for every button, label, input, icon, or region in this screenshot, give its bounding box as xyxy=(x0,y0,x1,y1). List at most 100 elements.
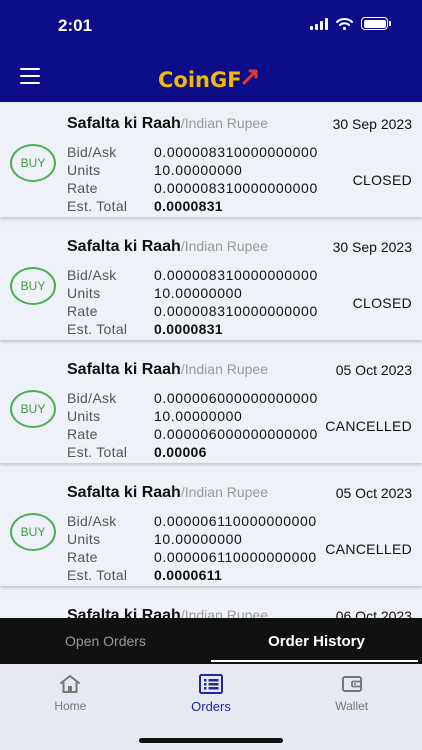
order-card[interactable]: BUY Safalta ki Raah/Indian Rupee 05 Oct … xyxy=(0,471,422,586)
units-value: 10.00000000 xyxy=(154,162,243,178)
rate-row: Rate 0.000008310000000000 xyxy=(67,303,318,319)
est-total-label: Est. Total xyxy=(67,567,128,583)
buy-badge: BUY xyxy=(10,390,56,428)
bid-ask-row: Bid/Ask 0.000006000000000000 xyxy=(67,390,318,406)
app-logo: CoinGF xyxy=(158,68,258,92)
app-header: CoinGF xyxy=(0,52,422,102)
bid-ask-label: Bid/Ask xyxy=(67,390,117,406)
asset-currency: /Indian Rupee xyxy=(180,361,269,377)
order-date: 05 Oct 2023 xyxy=(335,362,412,378)
order-title: Safalta ki Raah/Indian Rupee xyxy=(67,361,268,379)
rate-value: 0.000006110000000000 xyxy=(154,549,317,565)
bid-ask-value: 0.000006000000000000 xyxy=(154,390,318,406)
est-total-row: Est. Total 0.0000831 xyxy=(67,198,223,214)
units-row: Units 10.00000000 xyxy=(67,162,242,178)
status-time: 2:01 xyxy=(58,16,93,35)
wifi-icon xyxy=(336,17,353,30)
hamburger-icon[interactable] xyxy=(20,68,40,84)
asset-currency: /Indian Rupee xyxy=(180,115,269,131)
rate-row: Rate 0.000006110000000000 xyxy=(67,549,317,565)
order-title: Safalta ki Raah/Indian Rupee xyxy=(67,238,268,256)
nav-wallet[interactable]: Wallet xyxy=(281,664,422,750)
buy-badge: BUY xyxy=(10,144,56,182)
nav-wallet-label: Wallet xyxy=(335,699,369,713)
logo-text: CoinGF xyxy=(158,68,242,92)
order-date: 05 Oct 2023 xyxy=(335,485,412,501)
units-label: Units xyxy=(67,531,101,547)
units-row: Units 10.00000000 xyxy=(67,531,242,547)
order-tabs: Open Orders Order History xyxy=(0,618,422,664)
tab-open-orders[interactable]: Open Orders xyxy=(0,618,211,664)
order-title: Safalta ki Raah/Indian Rupee xyxy=(67,607,268,618)
est-total-label: Est. Total xyxy=(67,444,128,460)
rate-row: Rate 0.000008310000000000 xyxy=(67,180,318,196)
asset-currency: /Indian Rupee xyxy=(180,238,269,254)
nav-home-label: Home xyxy=(54,699,87,713)
order-date: 30 Sep 2023 xyxy=(332,239,412,255)
order-title: Safalta ki Raah/Indian Rupee xyxy=(67,484,268,502)
est-total-value: 0.0000831 xyxy=(154,321,223,337)
rate-label: Rate xyxy=(67,180,98,196)
wallet-icon xyxy=(341,676,362,692)
est-total-value: 0.0000831 xyxy=(154,198,223,214)
units-row: Units 10.00000000 xyxy=(67,285,242,301)
bid-ask-label: Bid/Ask xyxy=(67,513,117,529)
status-bar: 2:01 xyxy=(0,0,422,52)
bid-ask-value: 0.000006110000000000 xyxy=(154,513,317,529)
nav-orders-label: Orders xyxy=(191,699,231,714)
units-label: Units xyxy=(67,408,101,424)
home-indicator xyxy=(139,738,283,743)
est-total-row: Est. Total 0.0000611 xyxy=(67,567,222,583)
buy-badge: BUY xyxy=(10,267,56,305)
signal-icon xyxy=(310,17,328,30)
status-icons xyxy=(310,17,391,30)
bid-ask-row: Bid/Ask 0.000008310000000000 xyxy=(67,144,318,160)
battery-icon xyxy=(361,17,391,30)
rate-value: 0.000008310000000000 xyxy=(154,303,318,319)
rate-label: Rate xyxy=(67,549,98,565)
rate-label: Rate xyxy=(67,426,98,442)
nav-home[interactable]: Home xyxy=(0,664,141,750)
buy-badge: BUY xyxy=(10,513,56,551)
order-date: 30 Sep 2023 xyxy=(332,116,412,132)
asset-currency: /Indian Rupee xyxy=(180,484,269,500)
bid-ask-label: Bid/Ask xyxy=(67,267,117,283)
order-card[interactable]: BUY Safalta ki Raah/Indian Rupee 30 Sep … xyxy=(0,225,422,340)
order-card[interactable]: Safalta ki Raah/Indian Rupee 06 Oct 2023 xyxy=(0,594,422,618)
asset-currency: /Indian Rupee xyxy=(180,607,269,618)
bid-ask-value: 0.000008310000000000 xyxy=(154,144,318,160)
units-value: 10.00000000 xyxy=(154,285,243,301)
est-total-row: Est. Total 0.0000831 xyxy=(67,321,223,337)
est-total-label: Est. Total xyxy=(67,198,128,214)
order-date: 06 Oct 2023 xyxy=(335,608,412,618)
home-icon xyxy=(60,675,81,693)
order-status: CLOSED xyxy=(352,295,412,311)
units-label: Units xyxy=(67,162,101,178)
asset-name: Safalta ki Raah xyxy=(67,238,181,255)
order-card[interactable]: BUY Safalta ki Raah/Indian Rupee 30 Sep … xyxy=(0,102,422,217)
bid-ask-row: Bid/Ask 0.000008310000000000 xyxy=(67,267,318,283)
bid-ask-value: 0.000008310000000000 xyxy=(154,267,318,283)
asset-name: Safalta ki Raah xyxy=(67,607,181,618)
asset-name: Safalta ki Raah xyxy=(67,361,181,378)
order-history-list[interactable]: BUY Safalta ki Raah/Indian Rupee 30 Sep … xyxy=(0,102,422,618)
order-status: CANCELLED xyxy=(325,541,412,557)
order-status: CLOSED xyxy=(352,172,412,188)
rate-label: Rate xyxy=(67,303,98,319)
est-total-row: Est. Total 0.00006 xyxy=(67,444,207,460)
rate-value: 0.000006000000000000 xyxy=(154,426,318,442)
bid-ask-label: Bid/Ask xyxy=(67,144,117,160)
est-total-label: Est. Total xyxy=(67,321,128,337)
order-card[interactable]: BUY Safalta ki Raah/Indian Rupee 05 Oct … xyxy=(0,348,422,463)
bid-ask-row: Bid/Ask 0.000006110000000000 xyxy=(67,513,317,529)
asset-name: Safalta ki Raah xyxy=(67,484,181,501)
order-status: CANCELLED xyxy=(325,418,412,434)
rate-row: Rate 0.000006000000000000 xyxy=(67,426,318,442)
est-total-value: 0.00006 xyxy=(154,444,207,460)
tab-order-history[interactable]: Order History xyxy=(211,618,422,664)
units-label: Units xyxy=(67,285,101,301)
list-icon xyxy=(199,674,223,694)
units-value: 10.00000000 xyxy=(154,408,243,424)
units-value: 10.00000000 xyxy=(154,531,243,547)
est-total-value: 0.0000611 xyxy=(154,567,223,583)
